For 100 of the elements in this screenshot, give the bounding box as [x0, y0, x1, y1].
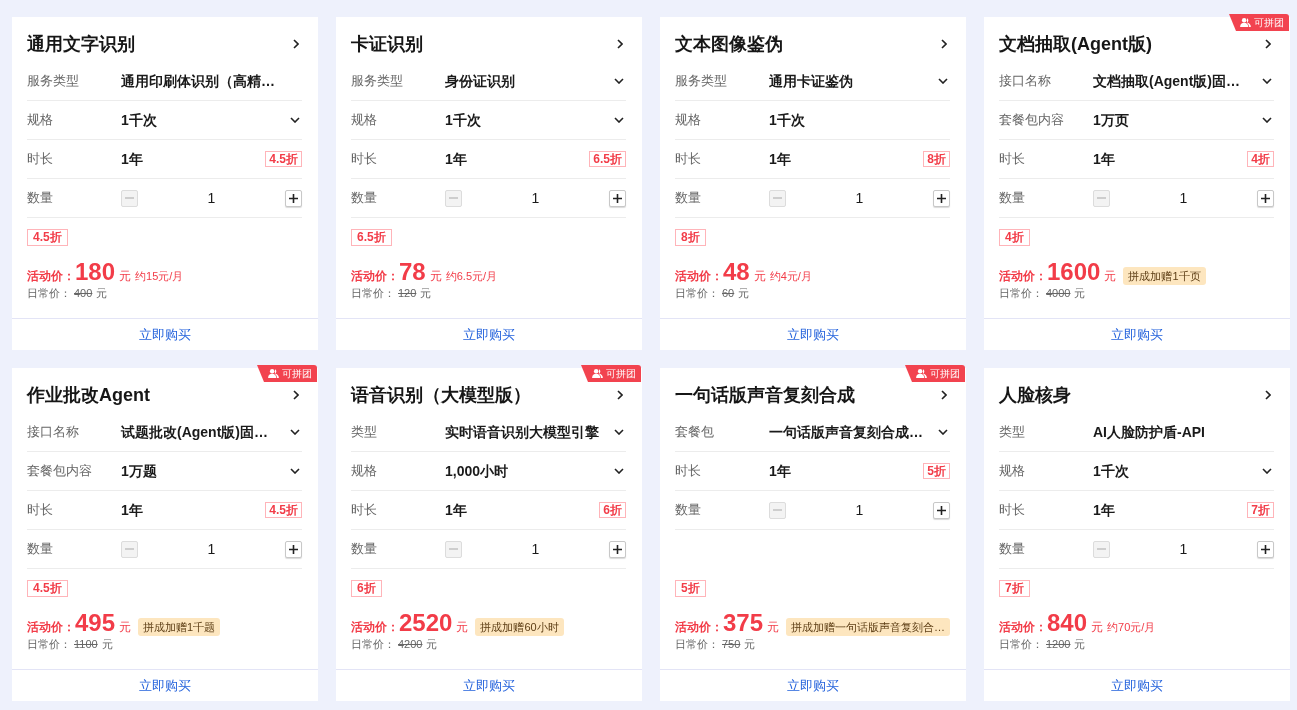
chevron-down-icon [290, 429, 300, 435]
sale-price-label: 活动价： [999, 268, 1047, 285]
quantity-input[interactable]: 1 [181, 187, 242, 209]
chevron-right-icon[interactable] [1265, 390, 1271, 400]
sale-price: 180 [75, 259, 116, 285]
sale-price: 375 [723, 610, 764, 636]
chevron-right-icon[interactable] [617, 39, 623, 49]
price-unit: 元 [1104, 268, 1117, 285]
sale-price-label: 活动价： [999, 619, 1047, 636]
regular-price-label: 日常价： [27, 286, 71, 301]
option-label: 时长 [675, 150, 702, 169]
buy-now-link[interactable]: 立即购买 [463, 675, 515, 696]
option-label: 时长 [675, 462, 702, 481]
option-label: 服务类型 [351, 72, 404, 91]
increment-button[interactable] [609, 189, 626, 207]
option-dropdown[interactable]: 身份证识别 [445, 70, 626, 92]
promo-tag: 拼成加赠一句话版声音复刻合… [786, 618, 951, 636]
card-title: 作业批改Agent [27, 384, 150, 407]
buy-now-link[interactable]: 立即购买 [463, 324, 515, 345]
option-label: 套餐包 [675, 423, 715, 442]
buy-now-link[interactable]: 立即购买 [139, 324, 191, 345]
increment-button[interactable] [285, 540, 302, 558]
option-dropdown[interactable]: 试题批改(Agent版)固… [121, 421, 302, 443]
price-unit: 元 [1074, 637, 1086, 652]
option-value: 1年 [445, 149, 468, 169]
buy-now-link[interactable]: 立即购买 [787, 675, 839, 696]
chevron-down-icon [1262, 78, 1272, 84]
price-unit: 元 [426, 637, 438, 652]
discount-tag: 6折 [351, 580, 382, 597]
price-unit: 元 [420, 286, 432, 301]
regular-price: 400 [74, 286, 93, 301]
users-icon [268, 369, 279, 378]
quantity-input[interactable]: 1 [1153, 187, 1214, 209]
quantity-input[interactable]: 1 [829, 499, 890, 521]
increment-button[interactable] [1257, 540, 1274, 558]
discount-tag: 8折 [675, 229, 706, 246]
chevron-right-icon[interactable] [941, 390, 947, 400]
sale-price-label: 活动价： [675, 268, 723, 285]
buy-now-link[interactable]: 立即购买 [1111, 675, 1163, 696]
sale-price: 2520 [399, 610, 453, 636]
chevron-down-icon [614, 78, 624, 84]
quantity-input[interactable]: 1 [181, 538, 242, 560]
chevron-right-icon[interactable] [293, 39, 299, 49]
increment-button[interactable] [1257, 189, 1274, 207]
option-dropdown[interactable]: 1万页 [1093, 109, 1274, 131]
card-title: 卡证识别 [351, 33, 423, 56]
option-value: 1年 [1093, 500, 1116, 520]
quantity-input[interactable]: 1 [829, 187, 890, 209]
sale-price: 78 [399, 259, 426, 285]
buy-now-link[interactable]: 立即购买 [1111, 324, 1163, 345]
quantity-input[interactable]: 1 [505, 538, 566, 560]
option-label: 规格 [27, 111, 54, 130]
chevron-right-icon[interactable] [941, 39, 947, 49]
option-value: 1年 [769, 461, 792, 481]
discount-tag: 4.5折 [27, 229, 68, 246]
discount-tag: 4折 [1247, 151, 1274, 167]
sale-price: 48 [723, 259, 750, 285]
option-dropdown[interactable]: 1千次 [445, 109, 626, 131]
price-unit: 元 [96, 286, 108, 301]
option-dropdown[interactable]: 1万题 [121, 460, 302, 482]
regular-price: 750 [722, 637, 741, 652]
option-dropdown[interactable]: 1,000小时 [445, 460, 626, 482]
chevron-right-icon[interactable] [293, 390, 299, 400]
sale-price-label: 活动价： [27, 619, 75, 636]
minus-icon [773, 197, 782, 199]
option-dropdown[interactable]: 1千次 [1093, 460, 1274, 482]
buy-now-link[interactable]: 立即购买 [787, 324, 839, 345]
sale-price: 495 [75, 610, 116, 636]
option-dropdown[interactable]: 文档抽取(Agent版)固… [1093, 70, 1274, 92]
plus-icon [1261, 544, 1270, 554]
plus-icon [613, 193, 622, 203]
option-value: 通用印刷体识别（高精… [121, 71, 276, 91]
chevron-right-icon[interactable] [1265, 39, 1271, 49]
price-unit: 元 [744, 637, 756, 652]
regular-price: 60 [722, 286, 735, 301]
increment-button[interactable] [933, 189, 950, 207]
discount-tag: 6.5折 [351, 229, 392, 246]
increment-button[interactable] [609, 540, 626, 558]
option-value: 1年 [445, 500, 468, 520]
increment-button[interactable] [285, 189, 302, 207]
increment-button[interactable] [933, 501, 950, 519]
option-dropdown[interactable]: 一句话版声音复刻合成… [769, 421, 950, 443]
discount-tag: 4.5折 [27, 580, 68, 597]
regular-price-label: 日常价： [351, 637, 395, 652]
regular-price-label: 日常价： [27, 637, 71, 652]
chevron-down-icon [614, 429, 624, 435]
option-label: 数量 [675, 189, 702, 208]
option-dropdown[interactable]: 实时语音识别大模型引擎 [445, 421, 626, 443]
option-dropdown[interactable]: 1千次 [121, 109, 302, 131]
users-icon [916, 369, 927, 378]
quantity-input[interactable]: 1 [505, 187, 566, 209]
regular-price-label: 日常价： [675, 286, 719, 301]
option-dropdown[interactable]: 通用卡证鉴伪 [769, 70, 950, 92]
quantity-input[interactable]: 1 [1153, 538, 1214, 560]
option-label: 时长 [351, 501, 378, 520]
price-unit: 元 [119, 619, 132, 636]
users-icon [592, 369, 603, 378]
option-label: 时长 [999, 501, 1026, 520]
chevron-right-icon[interactable] [617, 390, 623, 400]
buy-now-link[interactable]: 立即购买 [139, 675, 191, 696]
